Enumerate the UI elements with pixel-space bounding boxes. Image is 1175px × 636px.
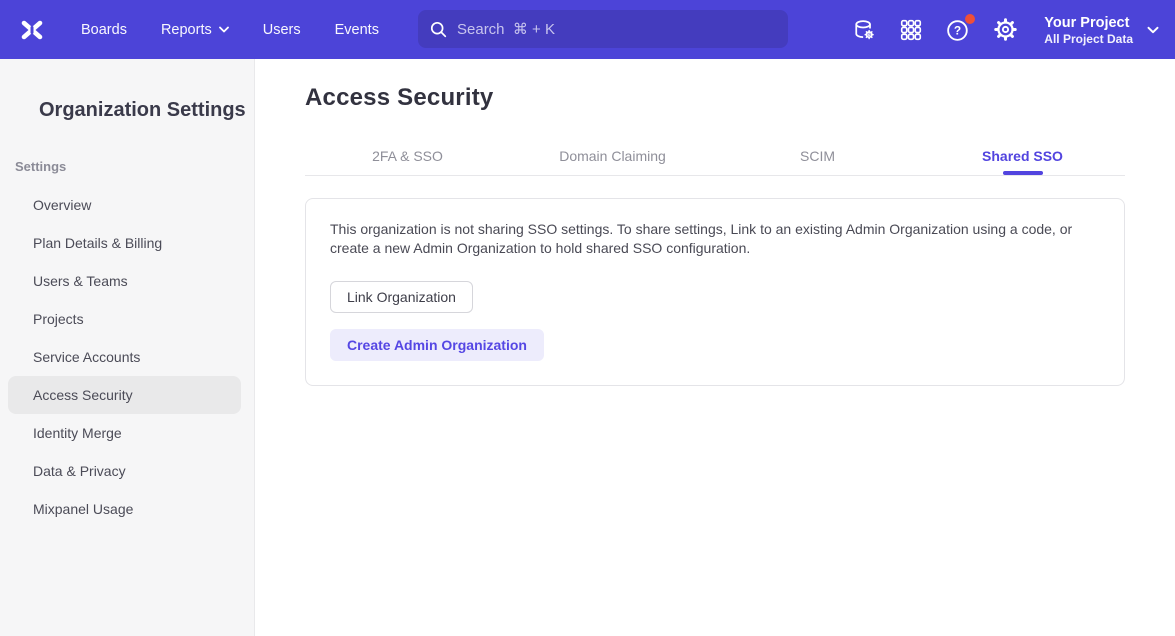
tab-domain-claiming[interactable]: Domain Claiming (510, 141, 715, 175)
create-admin-organization-button[interactable]: Create Admin Organization (330, 329, 544, 361)
notification-dot (965, 14, 975, 24)
link-organization-button[interactable]: Link Organization (330, 281, 473, 313)
tab-2fa-sso[interactable]: 2FA & SSO (305, 141, 510, 175)
sidebar-item-plan-details-billing[interactable]: Plan Details & Billing (8, 224, 241, 262)
nav-item-reports[interactable]: Reports (161, 22, 229, 38)
nav-item-boards[interactable]: Boards (81, 22, 127, 38)
tab-shared-sso[interactable]: Shared SSO (920, 141, 1125, 175)
tab-domain-claiming-label: Domain Claiming (559, 148, 666, 164)
nav-item-events-label: Events (335, 22, 379, 38)
nav-item-boards-label: Boards (81, 22, 127, 38)
top-navigation: Boards Reports Users Events (0, 0, 1175, 59)
chevron-down-icon (1147, 26, 1159, 34)
global-search[interactable] (418, 10, 788, 48)
nav-item-users-label: Users (263, 22, 301, 38)
nav-links: Boards Reports Users Events (81, 22, 413, 38)
project-scope: All Project Data (1044, 32, 1133, 46)
sidebar-item-service-accounts[interactable]: Service Accounts (8, 338, 241, 376)
sidebar-title: Organization Settings (39, 99, 254, 122)
page-title: Access Security (305, 84, 1125, 112)
sidebar-item-data-privacy[interactable]: Data & Privacy (8, 452, 241, 490)
nav-item-users[interactable]: Users (263, 22, 301, 38)
apps-grid-icon[interactable] (898, 17, 924, 43)
sidebar-item-mixpanel-usage[interactable]: Mixpanel Usage (8, 490, 241, 528)
project-switcher[interactable]: Your Project All Project Data (1044, 14, 1159, 46)
settings-gear-icon[interactable] (992, 17, 1018, 43)
data-management-icon[interactable] (851, 17, 877, 43)
shared-sso-description: This organization is not sharing SSO set… (330, 220, 1100, 258)
settings-sidebar: Organization Settings Settings Overview … (0, 59, 255, 636)
tab-scim[interactable]: SCIM (715, 141, 920, 175)
sidebar-item-overview[interactable]: Overview (8, 186, 241, 224)
project-switcher-text: Your Project All Project Data (1044, 14, 1133, 46)
nav-right-cluster: ? Your Project All Project Data (830, 14, 1159, 46)
tab-bar: 2FA & SSO Domain Claiming SCIM Shared SS… (305, 141, 1125, 176)
search-input[interactable] (457, 21, 776, 38)
search-icon (430, 21, 447, 38)
page-body: Organization Settings Settings Overview … (0, 59, 1175, 636)
active-tab-indicator (1003, 171, 1043, 175)
mixpanel-logo-icon[interactable] (18, 16, 46, 44)
help-icon[interactable]: ? (945, 17, 971, 43)
main-content: Access Security 2FA & SSO Domain Claimin… (255, 59, 1175, 636)
sidebar-item-identity-merge[interactable]: Identity Merge (8, 414, 241, 452)
sidebar-section-label: Settings (15, 159, 254, 174)
chevron-down-icon (219, 26, 229, 33)
nav-item-reports-label: Reports (161, 22, 212, 38)
sidebar-item-access-security[interactable]: Access Security (8, 376, 241, 414)
nav-item-events[interactable]: Events (335, 22, 379, 38)
svg-text:?: ? (954, 23, 961, 37)
sidebar-item-users-teams[interactable]: Users & Teams (8, 262, 241, 300)
project-name: Your Project (1044, 14, 1133, 32)
shared-sso-card: This organization is not sharing SSO set… (305, 198, 1125, 386)
sidebar-item-projects[interactable]: Projects (8, 300, 241, 338)
tab-scim-label: SCIM (800, 148, 835, 164)
tab-2fa-sso-label: 2FA & SSO (372, 148, 443, 164)
card-actions: Link Organization Create Admin Organizat… (330, 258, 1100, 361)
tab-shared-sso-label: Shared SSO (982, 148, 1063, 164)
